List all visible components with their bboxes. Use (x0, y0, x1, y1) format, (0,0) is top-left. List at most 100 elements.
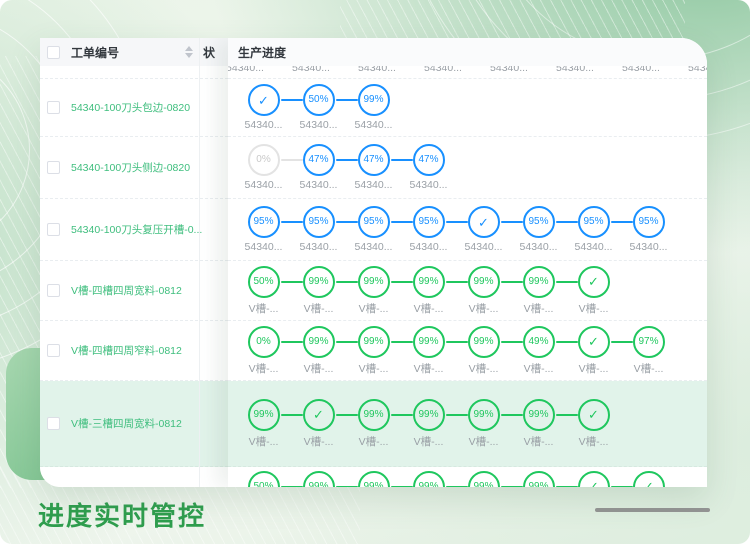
progress-step-circle[interactable]: 99% (412, 470, 445, 487)
order-number-link[interactable]: 54340-100刀头侧边-0820 (71, 160, 190, 175)
caret-down-icon (185, 53, 193, 58)
select-all-checkbox[interactable] (47, 45, 60, 59)
progress-step-circle[interactable]: 99% (467, 325, 500, 358)
progress-step-circle[interactable]: 99% (247, 398, 280, 431)
progress-step-circle[interactable]: 95% (577, 206, 610, 238)
progress-row: 50% V槽-... 99% V槽-... 99% V槽-... 99% V槽-... 99% V… (228, 261, 707, 321)
clipped-process-label: 54340... (228, 66, 264, 74)
process-step: 97% V槽-... (621, 325, 676, 376)
progress-step-circle[interactable]: 95% (302, 206, 335, 238)
row-checkbox[interactable] (47, 417, 60, 430)
progress-step-circle[interactable]: 95% (412, 206, 445, 238)
progress-row: 95% 54340... 95% 54340... 95% 54340... 95% 5434… (228, 199, 707, 261)
progress-step-circle[interactable]: 99% (522, 265, 555, 298)
progress-step-circle[interactable]: 99% (412, 325, 445, 358)
process-name-label: V槽-... (413, 362, 444, 375)
row-checkbox[interactable] (47, 284, 60, 297)
progress-step-done-check-icon[interactable]: ✓ (632, 470, 665, 487)
progress-step-circle[interactable]: 95% (247, 206, 280, 238)
partial-column-header: 状 (203, 45, 216, 60)
process-step: 0% 54340... (236, 144, 303, 191)
progress-row: ✓ 54340... 50% 54340... 99% 54340... (228, 79, 707, 137)
progress-step-circle[interactable]: 50% (247, 265, 280, 298)
process-step: 99% 54340... (346, 84, 401, 131)
process-name-label: 54340... (299, 119, 338, 131)
process-step: 0% V槽-... (236, 325, 303, 376)
process-name-label: V槽-... (523, 362, 554, 375)
progress-step-circle[interactable]: 0% (247, 144, 280, 176)
process-step: 99%V槽-... (456, 470, 523, 487)
progress-step-circle[interactable]: 50% (247, 470, 280, 487)
progress-step-circle[interactable]: 99% (467, 265, 500, 298)
progress-step-circle[interactable]: 99% (412, 398, 445, 431)
progress-step-circle[interactable]: 47% (302, 144, 335, 176)
sort-icon[interactable] (185, 46, 193, 58)
progress-step-circle[interactable]: 95% (357, 206, 390, 238)
progress-step-circle[interactable]: 99% (467, 398, 500, 431)
process-name-label: 54340... (354, 241, 393, 253)
progress-step-circle[interactable]: 99% (357, 398, 390, 431)
order-number-link[interactable]: V槽-三槽四周宽料-0812 (71, 416, 182, 431)
process-step: 99%V槽-... (291, 470, 358, 487)
progress-step-circle[interactable]: 0% (247, 325, 280, 358)
order-number-link[interactable]: 54340-100刀头包边-0820 (71, 100, 190, 115)
progress-step-done-check-icon[interactable]: ✓ (577, 265, 610, 298)
process-name-label: V槽-... (468, 435, 499, 448)
progress-step-done-check-icon[interactable]: ✓ (577, 325, 610, 358)
process-step: 95% 54340... (566, 206, 633, 253)
order-number-link[interactable]: 54340-100刀头复压开槽-0... (71, 222, 202, 237)
progress-step-done-check-icon[interactable]: ✓ (577, 398, 610, 431)
row-checkbox[interactable] (47, 344, 60, 357)
clipped-row-labels: 54340... 54340... 54340... 54340... 54340...… (228, 66, 707, 79)
process-step: 99%V槽-... (456, 325, 523, 376)
progress-step-circle[interactable]: 47% (412, 144, 445, 176)
process-step: 99% V槽-... (511, 398, 578, 449)
process-name-label: V槽-... (578, 435, 609, 448)
process-name-label: V槽-... (578, 302, 609, 315)
process-step: ✓V槽-... (291, 398, 358, 449)
order-number-link[interactable]: V槽-四槽四周宽料-0812 (71, 283, 182, 298)
process-name-label: 54340... (409, 241, 448, 253)
progress-step-done-check-icon[interactable]: ✓ (247, 84, 280, 116)
process-name-label: 54340... (409, 179, 448, 191)
progress-step-circle[interactable]: 99% (357, 325, 390, 358)
order-number-link[interactable]: V槽-四槽四周窄料-0812 (71, 343, 182, 358)
row-checkbox[interactable] (47, 101, 60, 114)
page-title: 进度实时管控 (38, 501, 207, 531)
progress-step-circle[interactable]: 99% (357, 470, 390, 487)
process-name-label: V槽-... (523, 302, 554, 315)
progress-step-circle[interactable]: 99% (522, 470, 555, 487)
progress-step-circle[interactable]: 99% (302, 470, 335, 487)
progress-step-circle[interactable]: 47% (357, 144, 390, 176)
progress-column-header: 生产进度 (238, 45, 287, 60)
progress-step-circle[interactable]: 99% (522, 398, 555, 431)
process-step: ✓ 54340... (456, 206, 523, 253)
progress-step-done-check-icon[interactable]: ✓ (467, 206, 500, 238)
clipped-process-label: 54340... (424, 66, 462, 74)
order-column: 工单编号 状 54340-100刀头包边-0820 54340-100刀头侧边-0… (40, 38, 228, 487)
process-name-label: V槽-... (468, 302, 499, 315)
progress-step-circle[interactable]: 99% (357, 265, 390, 298)
process-name-label: V槽-... (358, 362, 389, 375)
process-name-label: V槽-... (523, 435, 554, 448)
progress-step-circle[interactable]: 95% (632, 206, 665, 238)
progress-step-circle[interactable]: 50% (302, 84, 335, 116)
clipped-process-label: 54340... (688, 66, 707, 74)
process-step: 99% V槽-... (346, 325, 413, 376)
process-name-label: V槽-... (248, 302, 279, 315)
progress-step-circle[interactable]: 99% (412, 265, 445, 298)
progress-step-circle[interactable]: 49% (522, 325, 555, 358)
row-checkbox[interactable] (47, 161, 60, 174)
progress-step-circle[interactable]: 99% (467, 470, 500, 487)
progress-step-done-check-icon[interactable]: ✓ (302, 398, 335, 431)
progress-step-circle[interactable]: 99% (302, 325, 335, 358)
progress-step-circle[interactable]: 95% (522, 206, 555, 238)
progress-step-circle[interactable]: 99% (357, 84, 390, 116)
process-step: 99%V槽-... (401, 398, 468, 449)
progress-step-done-check-icon[interactable]: ✓ (577, 470, 610, 487)
progress-step-circle[interactable]: 99% (302, 265, 335, 298)
table-header-progress: 生产进度 (228, 38, 707, 66)
row-checkbox[interactable] (47, 223, 60, 236)
progress-step-circle[interactable]: 97% (632, 325, 665, 358)
process-step: ✓V槽-... (621, 470, 676, 487)
